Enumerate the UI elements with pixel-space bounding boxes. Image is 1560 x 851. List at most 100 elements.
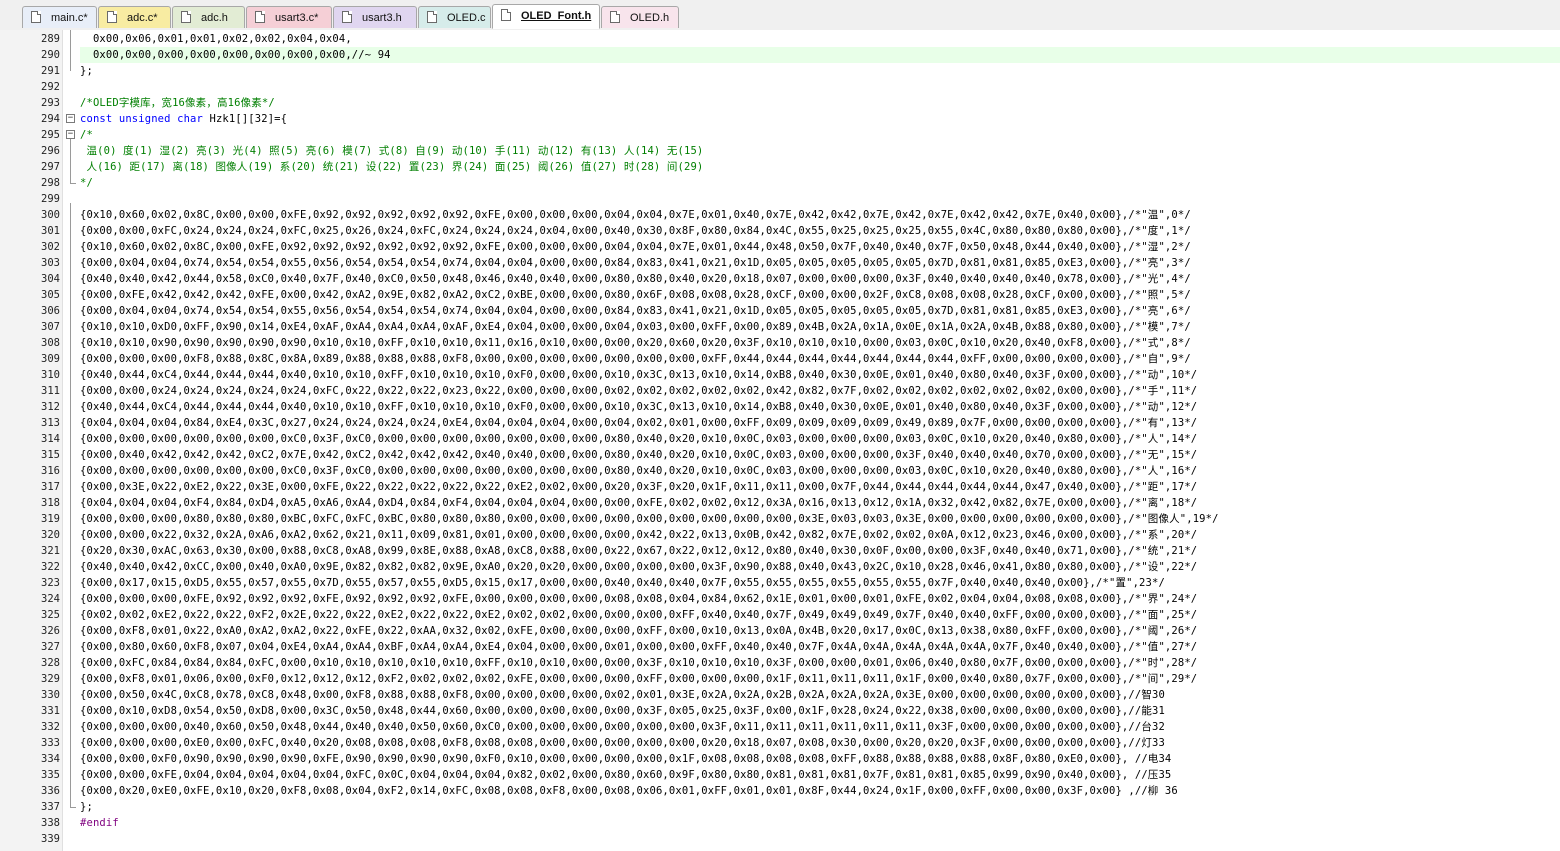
- tab-usart3-h[interactable]: usart3.h: [333, 6, 417, 28]
- line-number: 326: [41, 625, 60, 637]
- code-line[interactable]: 297 人(16) 距(17) 离(18) 图像人(19) 系(20) 统(21…: [0, 159, 1560, 175]
- code-line[interactable]: 317 {0x00,0x3E,0x22,0xE2,0x22,0x3E,0x00,0…: [0, 479, 1560, 495]
- code-line[interactable]: 300 {0x10,0x60,0x02,0x8C,0x00,0x00,0xFE,0…: [0, 207, 1560, 223]
- line-number: 322: [41, 561, 60, 573]
- code-line[interactable]: 320 {0x00,0x00,0x22,0x32,0x2A,0xA6,0xA2,0…: [0, 527, 1560, 543]
- file-icon: [501, 9, 511, 21]
- code-text: {0x00,0xFC,0x84,0x84,0x84,0xFC,0x00,0x10…: [80, 657, 1198, 669]
- code-line[interactable]: 334 {0x00,0x00,0xF0,0x90,0x90,0x90,0x90,0…: [0, 751, 1560, 767]
- code-line[interactable]: 292: [0, 79, 1560, 95]
- fold-toggle-icon[interactable]: −: [66, 114, 75, 123]
- code-line[interactable]: 308 {0x10,0x10,0x90,0x90,0x90,0x90,0x90,0…: [0, 335, 1560, 351]
- code-line[interactable]: 290 0x00,0x00,0x00,0x00,0x00,0x00,0x00,0…: [0, 47, 1560, 63]
- code-line[interactable]: 327 {0x00,0x80,0x60,0xF8,0x07,0x04,0xE4,0…: [0, 639, 1560, 655]
- code-line[interactable]: 331 {0x00,0x10,0xD8,0x54,0x50,0xD8,0x00,0…: [0, 703, 1560, 719]
- code-line[interactable]: 330 {0x00,0x50,0x4C,0xC8,0x78,0xC8,0x48,0…: [0, 687, 1560, 703]
- code-line[interactable]: 339: [0, 831, 1560, 847]
- tab-oled-font-h[interactable]: OLED_Font.h: [492, 4, 600, 29]
- code-line[interactable]: 303 {0x00,0x04,0x04,0x74,0x54,0x54,0x55,0…: [0, 255, 1560, 271]
- code-line[interactable]: 323 {0x00,0x17,0x15,0xD5,0x55,0x57,0x55,0…: [0, 575, 1560, 591]
- line-number: 320: [41, 529, 60, 541]
- line-number: 338: [41, 817, 60, 829]
- code-line[interactable]: 325 {0x02,0x02,0xE2,0x22,0x22,0xF2,0x2E,0…: [0, 607, 1560, 623]
- code-line[interactable]: 302 {0x10,0x60,0x02,0x8C,0x00,0xFE,0x92,0…: [0, 239, 1560, 255]
- code-line[interactable]: 306 {0x00,0x04,0x04,0x74,0x54,0x54,0x55,0…: [0, 303, 1560, 319]
- tab-main-c[interactable]: main.c*: [22, 6, 97, 28]
- code-line[interactable]: 311 {0x00,0x00,0x24,0x24,0x24,0x24,0x24,0…: [0, 383, 1560, 399]
- line-number: 309: [41, 353, 60, 365]
- code-line[interactable]: 335 {0x00,0x00,0xFE,0x04,0x04,0x04,0x04,0…: [0, 767, 1560, 783]
- line-number: 304: [41, 273, 60, 285]
- code-text: /*: [80, 129, 93, 141]
- code-line[interactable]: 321 {0x20,0x30,0xAC,0x63,0x30,0x00,0x88,0…: [0, 543, 1560, 559]
- code-line[interactable]: 328 {0x00,0xFC,0x84,0x84,0x84,0xFC,0x00,0…: [0, 655, 1560, 671]
- code-line[interactable]: 326 {0x00,0xF8,0x01,0x22,0xA0,0xA2,0xA2,0…: [0, 623, 1560, 639]
- code-text: {0x40,0x40,0x42,0x44,0x58,0xC0,0x40,0x7F…: [80, 273, 1191, 285]
- file-icon: [31, 11, 41, 23]
- fold-end: [70, 807, 76, 808]
- code-text: 0x00,0x00,0x00,0x00,0x00,0x00,0x00,0x00,…: [80, 49, 391, 61]
- fold-toggle-icon[interactable]: −: [66, 130, 75, 139]
- code-line[interactable]: 332 {0x00,0x00,0x00,0x40,0x60,0x50,0x48,0…: [0, 719, 1560, 735]
- line-number: 334: [41, 753, 60, 765]
- line-number: 315: [41, 449, 60, 461]
- line-number: 335: [41, 769, 60, 781]
- code-text: {0x04,0x04,0x04,0xF4,0x84,0xD4,0xA5,0xA6…: [80, 497, 1198, 509]
- code-line[interactable]: 291};: [0, 63, 1560, 79]
- line-number: 298: [41, 177, 60, 189]
- code-line[interactable]: 305 {0x00,0xFE,0x42,0x42,0x42,0xFE,0x00,0…: [0, 287, 1560, 303]
- code-line[interactable]: 289 0x00,0x06,0x01,0x01,0x02,0x02,0x04,0…: [0, 31, 1560, 47]
- code-line[interactable]: 319 {0x00,0x00,0x00,0x80,0x80,0x80,0xBC,0…: [0, 511, 1560, 527]
- code-line[interactable]: 337};: [0, 799, 1560, 815]
- code-line[interactable]: 316 {0x00,0x00,0x00,0x00,0x00,0x00,0xC0,0…: [0, 463, 1560, 479]
- tab-usart3-c[interactable]: usart3.c*: [246, 6, 332, 28]
- code-text: };: [80, 65, 93, 77]
- code-text: {0x00,0x00,0x22,0x32,0x2A,0xA6,0xA2,0x62…: [80, 529, 1198, 541]
- code-line[interactable]: 294 const unsigned char Hzk1[][32]={: [0, 111, 1560, 127]
- code-line[interactable]: 313 {0x04,0x04,0x04,0x84,0xE4,0x3C,0x27,0…: [0, 415, 1560, 431]
- code-line[interactable]: 338 #endif: [0, 815, 1560, 831]
- code-text: {0x10,0x60,0x02,0x8C,0x00,0x00,0xFE,0x92…: [80, 209, 1191, 221]
- code-line[interactable]: 301 {0x00,0x00,0xFC,0x24,0x24,0x24,0xFC,0…: [0, 223, 1560, 239]
- code-text: */: [80, 177, 93, 189]
- code-line[interactable]: 312 {0x40,0x44,0xC4,0x44,0x44,0x44,0x40,0…: [0, 399, 1560, 415]
- code-editor[interactable]: 289 0x00,0x06,0x01,0x01,0x02,0x02,0x04,0…: [0, 30, 1560, 851]
- fold-guide: [70, 203, 71, 807]
- tab-oled-h[interactable]: OLED.h: [601, 6, 679, 28]
- line-number: 316: [41, 465, 60, 477]
- code-text: 人(16) 距(17) 离(18) 图像人(19) 系(20) 统(21) 设(…: [80, 161, 704, 173]
- code-text: {0x40,0x44,0xC4,0x44,0x44,0x44,0x40,0x10…: [80, 401, 1198, 413]
- code-line[interactable]: 310 {0x40,0x44,0xC4,0x44,0x44,0x44,0x40,0…: [0, 367, 1560, 383]
- code-line[interactable]: 322 {0x40,0x40,0x42,0xCC,0x00,0x40,0xA0,0…: [0, 559, 1560, 575]
- code-line[interactable]: 336 {0x00,0x20,0xE0,0xFE,0x10,0x20,0xF8,0…: [0, 783, 1560, 799]
- line-number: 306: [41, 305, 60, 317]
- tab-label: adc.h: [201, 12, 228, 24]
- code-line[interactable]: 329 {0x00,0xF8,0x01,0x06,0x00,0xF0,0x12,0…: [0, 671, 1560, 687]
- code-line[interactable]: 296 温(0) 度(1) 湿(2) 亮(3) 光(4) 照(5) 亮(6) 模…: [0, 143, 1560, 159]
- tab-oled-c[interactable]: OLED.c: [418, 6, 491, 28]
- line-number: 314: [41, 433, 60, 445]
- code-line[interactable]: 293 /*OLED字模库，宽16像素，高16像素*/: [0, 95, 1560, 111]
- code-text: {0x00,0x00,0x00,0xF8,0x88,0x8C,0x8A,0x89…: [80, 353, 1191, 365]
- code-line[interactable]: 304 {0x40,0x40,0x42,0x44,0x58,0xC0,0x40,0…: [0, 271, 1560, 287]
- code-line[interactable]: 307 {0x10,0x10,0xD0,0xFF,0x90,0x14,0xE4,0…: [0, 319, 1560, 335]
- code-text: {0x40,0x44,0xC4,0x44,0x44,0x44,0x40,0x10…: [80, 369, 1198, 381]
- tab-adc-c[interactable]: adc.c*: [98, 6, 171, 28]
- code-line[interactable]: 298 */: [0, 175, 1560, 191]
- tab-adc-h[interactable]: adc.h: [172, 6, 245, 28]
- code-line[interactable]: 309 {0x00,0x00,0x00,0xF8,0x88,0x8C,0x8A,0…: [0, 351, 1560, 367]
- code-text: {0x00,0x04,0x04,0x74,0x54,0x54,0x55,0x56…: [80, 257, 1191, 269]
- code-line[interactable]: 295 /*: [0, 127, 1560, 143]
- line-number: 303: [41, 257, 60, 269]
- code-line[interactable]: 314 {0x00,0x00,0x00,0x00,0x00,0x00,0xC0,0…: [0, 431, 1560, 447]
- file-icon: [255, 11, 265, 23]
- code-line[interactable]: 315 {0x00,0x40,0x42,0x42,0x42,0xC2,0x7E,0…: [0, 447, 1560, 463]
- code-line[interactable]: 318 {0x04,0x04,0x04,0xF4,0x84,0xD4,0xA5,0…: [0, 495, 1560, 511]
- code-text: {0x00,0x04,0x04,0x74,0x54,0x54,0x55,0x56…: [80, 305, 1191, 317]
- line-number: 321: [41, 545, 60, 557]
- code-line[interactable]: 299: [0, 191, 1560, 207]
- code-text: 温(0) 度(1) 湿(2) 亮(3) 光(4) 照(5) 亮(6) 模(7) …: [80, 145, 704, 157]
- code-line[interactable]: 333 {0x00,0x00,0x00,0xE0,0x00,0xFC,0x40,0…: [0, 735, 1560, 751]
- line-number: 290: [41, 49, 60, 61]
- code-line[interactable]: 324 {0x00,0x00,0x00,0xFE,0x92,0x92,0x92,0…: [0, 591, 1560, 607]
